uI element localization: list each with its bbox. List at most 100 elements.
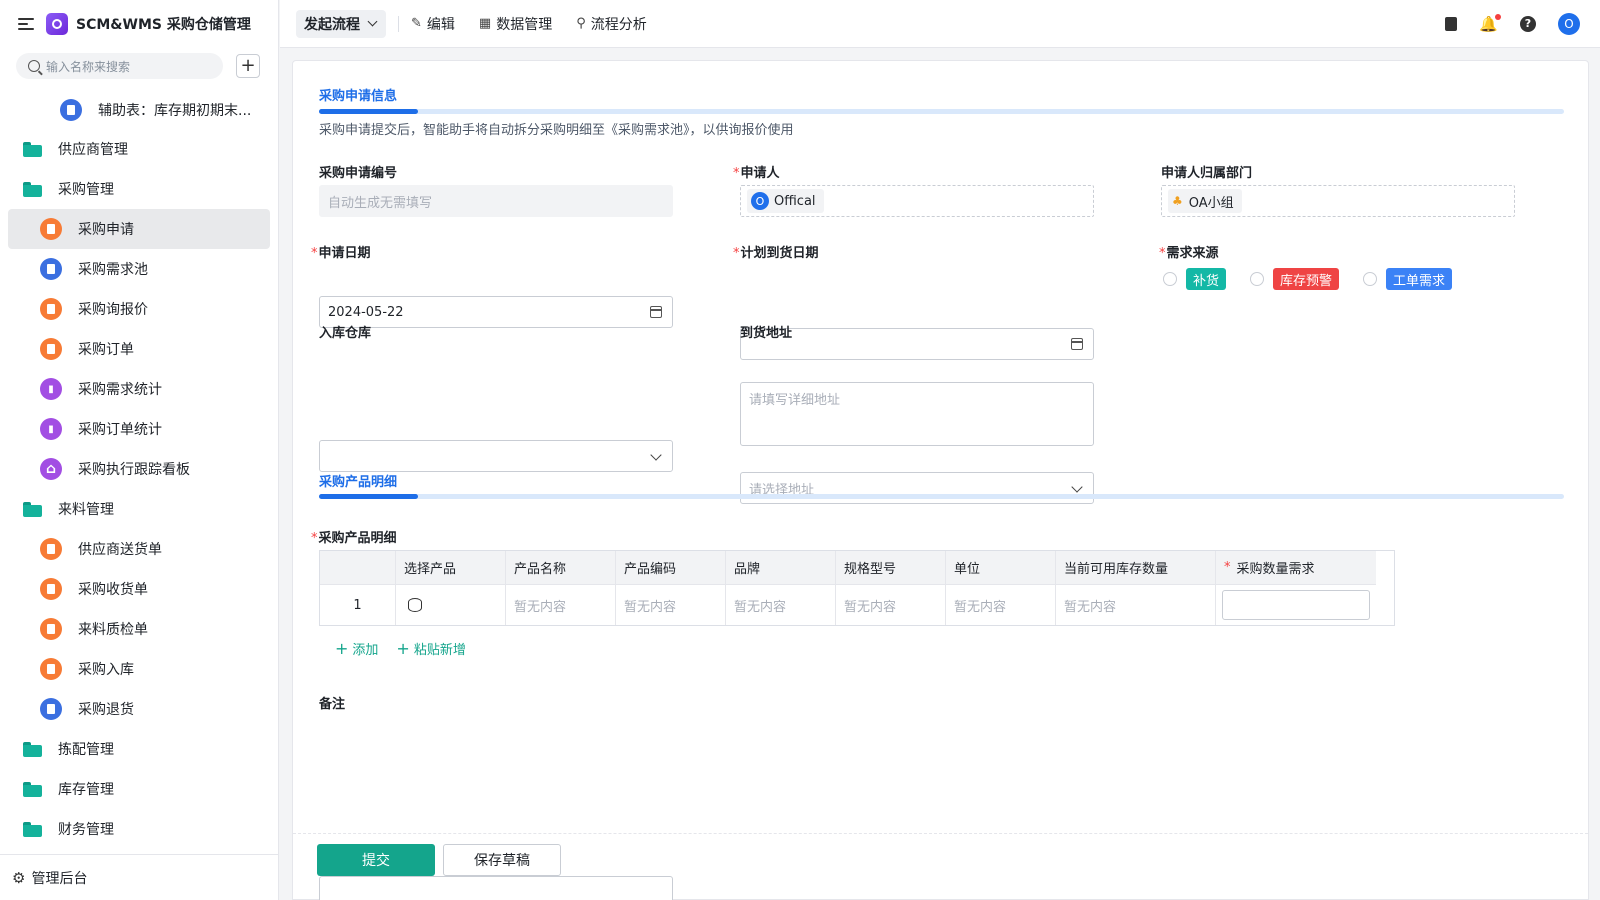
- admin-console-link[interactable]: ⚙ 管理后台: [0, 854, 279, 900]
- sidebar-nav: 辅助表：库存期初期末... 供应商管理 采购管理 采购申请 采购需求池 采购询报价 采购订…: [8, 90, 270, 849]
- help-icon: ?: [1520, 15, 1536, 32]
- source-tag-work-order: 工单需求: [1386, 268, 1453, 290]
- plan-date-input[interactable]: [740, 328, 1094, 360]
- book-button[interactable]: [1445, 16, 1458, 31]
- sidebar-item[interactable]: 拣配管理: [8, 729, 270, 769]
- flow-analysis-button[interactable]: ⚲ 流程分析: [576, 14, 647, 34]
- home-icon: [40, 458, 62, 480]
- bell-icon: 🔔: [1479, 13, 1501, 33]
- paste-add-button[interactable]: + 粘贴新增: [396, 639, 465, 658]
- source-radio-work-order[interactable]: [1363, 272, 1378, 286]
- sidebar-item[interactable]: 供应商送货单: [8, 529, 270, 569]
- add-row-label: 添加: [352, 643, 379, 658]
- table-header-cell: 单位: [946, 551, 1056, 585]
- chart-icon: [40, 378, 62, 400]
- sidebar-item[interactable]: 采购管理: [8, 169, 270, 209]
- table-cell: 暂无内容: [506, 585, 616, 625]
- applicant-name: Offical: [774, 193, 816, 209]
- search-row: 输入名称来搜索 +: [0, 49, 278, 83]
- required-mark: *: [1224, 560, 1231, 575]
- address-detail-placeholder: 请填写详细地址: [749, 393, 841, 408]
- table-header-cell: [320, 551, 396, 585]
- chart-icon: [40, 418, 62, 440]
- sidebar-item[interactable]: 采购需求统计: [8, 369, 270, 409]
- search-input[interactable]: 输入名称来搜索: [16, 53, 223, 79]
- quantity-input[interactable]: [1222, 590, 1370, 620]
- save-draft-button[interactable]: 保存草稿: [443, 844, 561, 876]
- document-icon: [40, 578, 62, 600]
- start-flow-label: 发起流程: [304, 16, 360, 33]
- avatar: O: [1558, 12, 1580, 35]
- table-header-label: 选择产品: [404, 562, 457, 577]
- folder-icon: [23, 741, 42, 757]
- sidebar-item-label: 辅助表：库存期初期末...: [98, 102, 252, 119]
- source-tag-stock-alert: 库存预警: [1273, 268, 1340, 290]
- sidebar-item[interactable]: 采购申请: [8, 209, 270, 249]
- sidebar-item[interactable]: 来料管理: [8, 489, 270, 529]
- dept-field[interactable]: ♣ OA小组: [1161, 185, 1515, 217]
- sidebar-item[interactable]: 供应商管理: [8, 129, 270, 169]
- chevron-down-icon: [1071, 481, 1083, 493]
- address-select[interactable]: 请选择地址: [740, 472, 1094, 504]
- sidebar-item[interactable]: 来料质检单: [8, 609, 270, 649]
- sidebar-item-label: 采购收货单: [78, 582, 148, 598]
- book-icon: [1445, 16, 1458, 31]
- apply-date-value: 2024-05-22: [328, 304, 404, 320]
- paste-add-label: 粘贴新增: [413, 643, 466, 658]
- row-index: 1: [320, 585, 396, 625]
- submit-button[interactable]: 提交: [317, 844, 435, 876]
- source-radio-stock-alert[interactable]: [1250, 272, 1265, 286]
- add-button[interactable]: +: [236, 54, 260, 78]
- table-header-cell: 规格型号: [836, 551, 946, 585]
- sidebar-item[interactable]: 采购订单: [8, 329, 270, 369]
- apply-date-input[interactable]: 2024-05-22: [319, 296, 673, 328]
- document-icon: [40, 658, 62, 680]
- calendar-icon: [650, 306, 662, 318]
- form-card: 采购申请信息 采购申请提交后，智能助手将自动拆分采购明细至《采购需求池》，以供询…: [292, 60, 1589, 900]
- app-logo: [46, 13, 68, 35]
- warehouse-select[interactable]: [319, 440, 673, 472]
- applicant-field[interactable]: O Offical: [740, 185, 1094, 217]
- dept-chip: ♣ OA小组: [1168, 189, 1242, 213]
- help-button[interactable]: ?: [1520, 15, 1536, 32]
- sidebar-item-label: 财务管理: [58, 822, 114, 838]
- menu-toggle-icon[interactable]: [18, 18, 34, 30]
- sidebar-item-label: 来料管理: [58, 502, 114, 518]
- user-menu[interactable]: O: [1558, 12, 1580, 35]
- sidebar-item[interactable]: 采购订单统计: [8, 409, 270, 449]
- sidebar-item[interactable]: 采购收货单: [8, 569, 270, 609]
- sidebar-item-label: 采购执行跟踪看板: [78, 462, 190, 478]
- address-detail-textarea[interactable]: 请填写详细地址: [740, 382, 1094, 446]
- start-flow-dropdown[interactable]: 发起流程: [296, 9, 386, 38]
- sidebar-item[interactable]: 库存管理: [8, 769, 270, 809]
- sidebar-item[interactable]: 采购需求池: [8, 249, 270, 289]
- document-icon: [40, 298, 62, 320]
- sidebar-item[interactable]: 采购执行跟踪看板: [8, 449, 270, 489]
- req-no-label: 采购申请编号: [319, 166, 398, 181]
- admin-console-label: 管理后台: [31, 870, 88, 887]
- folder-icon: [23, 781, 42, 797]
- sidebar-item[interactable]: 采购询报价: [8, 289, 270, 329]
- source-radio-restock[interactable]: [1163, 272, 1177, 286]
- warehouse-label: 入库仓库: [319, 326, 372, 341]
- sidebar-item[interactable]: 财务管理: [8, 809, 270, 849]
- sidebar-item-label: 库存管理: [58, 782, 114, 798]
- sidebar-item[interactable]: 采购退货: [8, 689, 270, 729]
- sidebar-item-pinned[interactable]: 辅助表：库存期初期末...: [8, 90, 270, 129]
- select-product-cell[interactable]: [396, 585, 506, 625]
- source-tag-restock: 补货: [1186, 268, 1227, 290]
- notification-button[interactable]: 🔔: [1479, 13, 1501, 33]
- edit-button[interactable]: ✎ 编辑: [411, 14, 455, 34]
- table-header-cell: 当前可用库存数量: [1056, 551, 1216, 585]
- applicant-chip: O Offical: [747, 189, 824, 213]
- document-icon: [40, 338, 62, 360]
- document-icon: [40, 538, 62, 560]
- add-row-button[interactable]: + 添加: [335, 639, 378, 658]
- data-manage-button[interactable]: ▦ 数据管理: [479, 14, 552, 34]
- document-icon: [40, 618, 62, 640]
- folder-icon: [23, 181, 42, 197]
- table-row: 1 暂无内容 暂无内容 暂无内容 暂无内容 暂无内容 暂无内容: [320, 585, 1394, 625]
- pencil-icon: ✎: [411, 16, 422, 31]
- sidebar-item[interactable]: 采购入库: [8, 649, 270, 689]
- search-icon: [28, 60, 40, 72]
